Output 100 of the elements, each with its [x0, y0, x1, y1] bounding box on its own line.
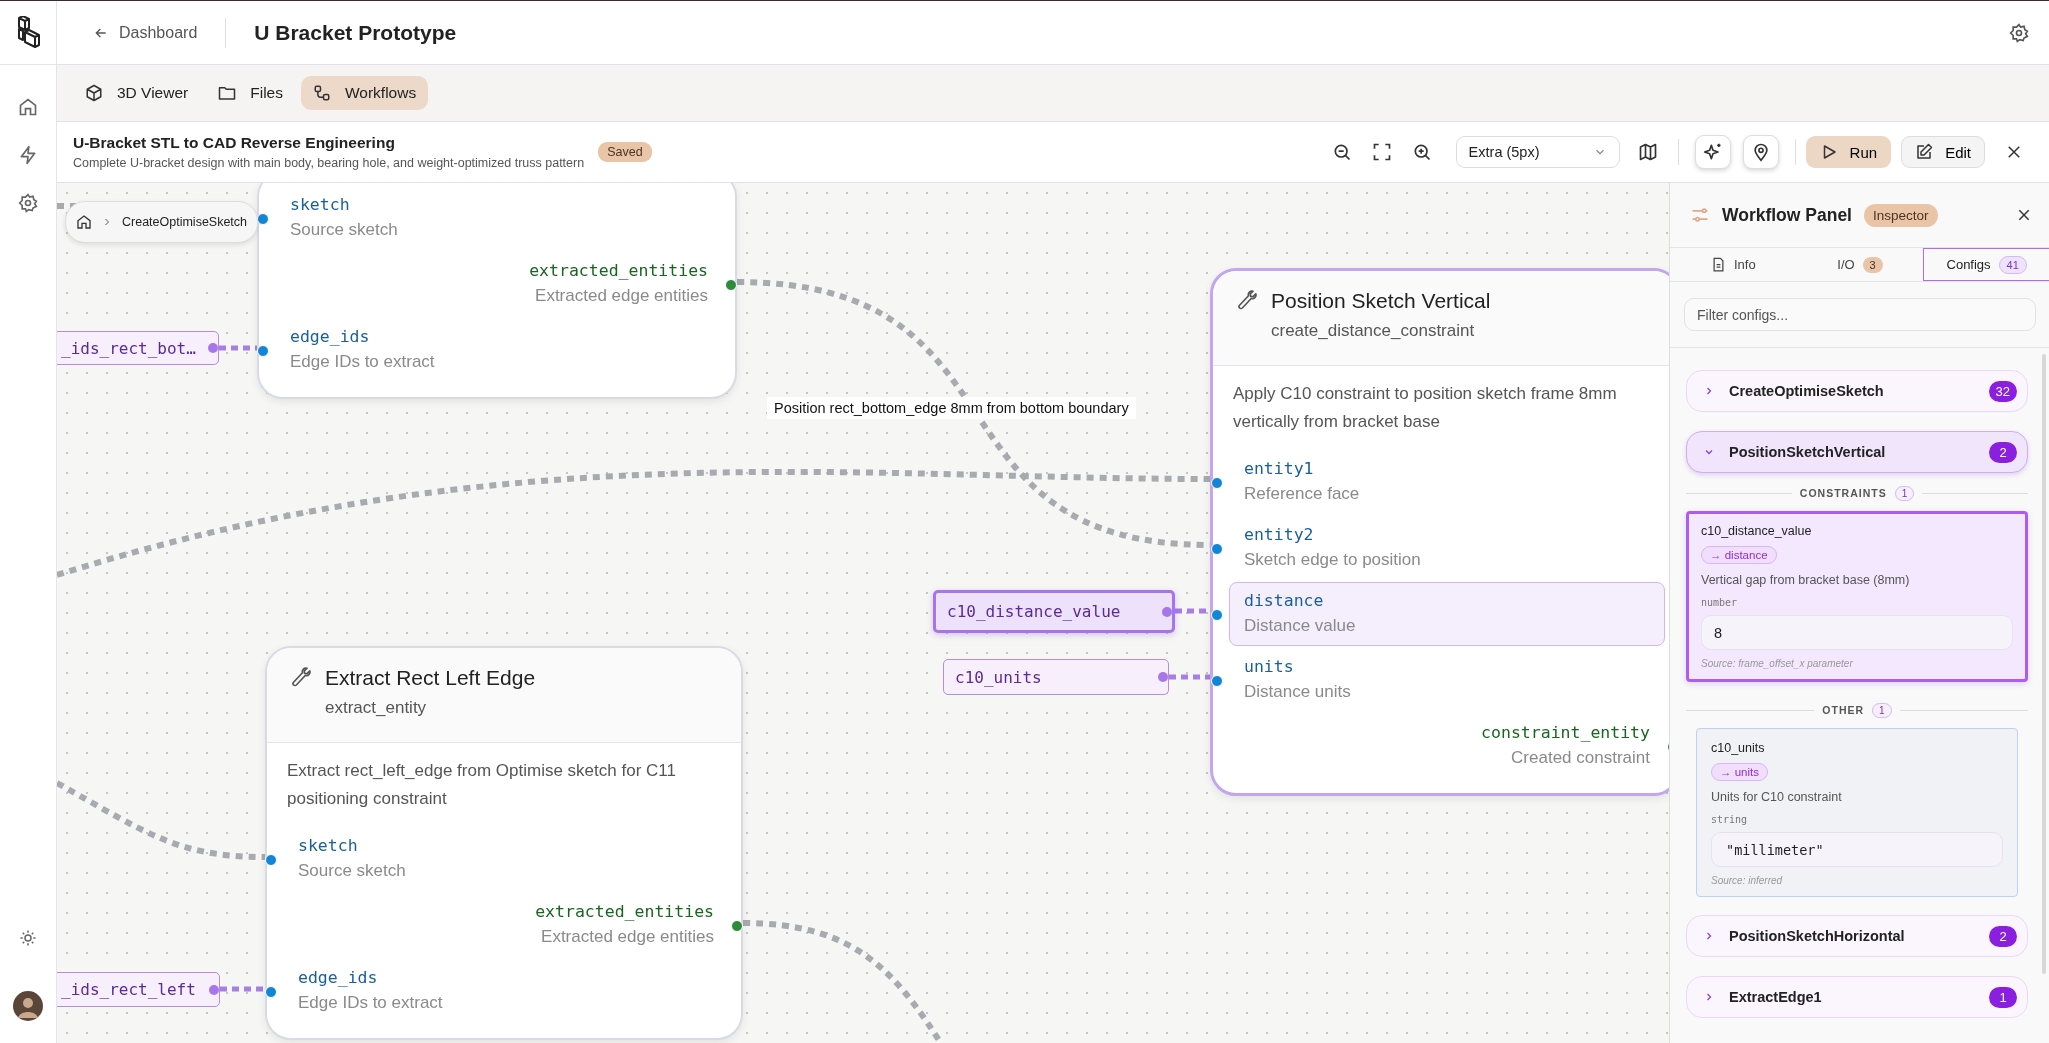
port-dot[interactable]: [1211, 609, 1223, 621]
port-row[interactable]: entity1 Reference face: [1229, 450, 1665, 514]
port-description: Source sketch: [298, 860, 407, 882]
scrollbar[interactable]: [2042, 354, 2046, 974]
section-label: CONSTRAINTS: [1799, 487, 1887, 499]
folder-icon: [218, 84, 237, 102]
home-icon[interactable]: [18, 97, 38, 117]
port-row[interactable]: constraint_entity Created constraint: [1229, 714, 1665, 778]
locate-button[interactable]: [1742, 135, 1779, 169]
app-logo[interactable]: [15, 15, 41, 50]
count-badge: 41: [1998, 255, 2027, 274]
close-icon[interactable]: [2016, 207, 2032, 223]
port-row[interactable]: sketch Source sketch: [283, 827, 729, 891]
filter-field[interactable]: Filter configs...: [1684, 298, 2036, 331]
config-group[interactable]: CreateOptimiseSketch 32: [1686, 370, 2028, 412]
port-row[interactable]: edge_ids Edge IDs to extract: [283, 959, 729, 1023]
settings-icon[interactable]: [2009, 22, 2029, 43]
config-type: string: [1711, 814, 1749, 825]
cube-icon: [85, 84, 103, 102]
port-dot[interactable]: [257, 345, 269, 357]
port-row[interactable]: units Distance units: [1229, 648, 1665, 712]
breadcrumb-item[interactable]: CreateOptimiseSketch: [122, 215, 248, 229]
port-description: Extracted edge entities: [540, 926, 714, 948]
edge-label: Position rect_bottom_edge 8mm from bottom boundary: [767, 397, 1136, 419]
home-icon[interactable]: [76, 214, 92, 230]
sparkle-icon: [1702, 142, 1723, 162]
value-field[interactable]: "millimeter": [1711, 832, 2003, 867]
tab[interactable]: 3D Viewer: [73, 76, 201, 110]
parameter-node[interactable]: _ids_rect_bot…: [57, 331, 219, 365]
config-description: Units for C10 constraint: [1711, 790, 1843, 804]
workflow-node[interactable]: [265, 646, 743, 1040]
status-badge: Saved: [598, 142, 652, 162]
port-row[interactable]: entity2 Sketch edge to position: [1229, 516, 1665, 580]
parameter-node[interactable]: c10_distance_value: [933, 590, 1175, 633]
target-tag: → distance: [1701, 546, 1777, 564]
fit-view-icon[interactable]: [1371, 142, 1392, 162]
port-name: units: [1244, 656, 1295, 678]
section-label: OTHER: [1822, 704, 1865, 716]
port-name: extracted_entities: [528, 260, 708, 282]
value-field[interactable]: 8: [1701, 615, 2013, 650]
workflow-node[interactable]: [1210, 268, 1669, 796]
sun-icon[interactable]: [19, 929, 37, 947]
port-description: Created constraint: [1510, 747, 1650, 769]
edit-button[interactable]: Edit: [1901, 136, 1985, 168]
bolt-icon[interactable]: [18, 145, 38, 165]
map-icon[interactable]: [1637, 142, 1658, 162]
panel-tab[interactable]: Configs 41: [1923, 248, 2049, 281]
config-group[interactable]: ExtractEdge1 1: [1686, 976, 2028, 1018]
port-name: distance: [1244, 590, 1325, 612]
project-title: U Bracket Prototype: [254, 20, 457, 45]
config-group[interactable]: PositionSketchVertical 2: [1686, 431, 2028, 473]
run-button[interactable]: Run: [1805, 136, 1892, 168]
back-link[interactable]: Dashboard: [93, 23, 198, 42]
workflow-node[interactable]: sketch Source sketch extracted_entities Extracted edge entities edge_ids Edge IDs to extract: [257, 183, 737, 399]
tab[interactable]: Workflows: [300, 76, 429, 110]
port-dot[interactable]: [1211, 675, 1223, 687]
port-name: sketch: [298, 835, 359, 857]
node-subtitle: create_distance_constraint: [1271, 321, 1476, 341]
close-icon[interactable]: [2005, 143, 2023, 161]
node-description: Apply C10 constraint to position sketch frame 8mm vertically from bracket base: [1232, 383, 1618, 433]
port-description: Reference face: [1244, 483, 1361, 505]
node-title: Position Sketch Vertical: [1271, 289, 1491, 313]
parameter-node[interactable]: c10_units: [943, 659, 1169, 695]
workflow-description: Complete U-bracket design with main body, bearing hole, and weight-optimized truss pattern: [73, 156, 585, 170]
port-dot[interactable]: [731, 920, 743, 932]
port-row[interactable]: extracted_entities Extracted edge entities: [275, 252, 723, 316]
port-row[interactable]: edge_ids Edge IDs to extract: [275, 318, 723, 382]
tab[interactable]: Files: [206, 76, 295, 110]
port-name: entity2: [1244, 524, 1315, 546]
port-row[interactable]: extracted_entities Extracted edge entities: [283, 893, 729, 957]
config-card[interactable]: c10_units → units Units for C10 constraint string "millimeter" Source: inferred: [1696, 728, 2018, 897]
config-name: c10_units: [1711, 741, 1766, 755]
config-card[interactable]: c10_distance_value → distance Vertical gap from bracket base (8mm) number 8 Source: frame_offset_x parameter: [1686, 511, 2028, 682]
panel-badge: Inspector: [1864, 203, 1938, 227]
port-dot[interactable]: [265, 854, 277, 866]
count-badge: 3: [1862, 256, 1883, 273]
port-dot[interactable]: [1211, 477, 1223, 489]
port-row[interactable]: sketch Source sketch: [275, 186, 723, 250]
edit-icon: [1915, 143, 1934, 161]
panel-tab[interactable]: I/O 3: [1796, 248, 1924, 281]
port-dot[interactable]: [257, 213, 269, 225]
port-description: Edge IDs to extract: [298, 992, 444, 1014]
port-name: constraint_entity: [1480, 722, 1650, 744]
port-dot[interactable]: [725, 279, 737, 291]
connector-line: [1169, 674, 1210, 680]
port-description: Distance units: [1244, 681, 1352, 703]
panel-tab[interactable]: Info: [1670, 248, 1797, 281]
settings-icon[interactable]: [18, 193, 38, 213]
parameter-node[interactable]: _ids_rect_left: [57, 972, 220, 1007]
port-dot[interactable]: [265, 986, 277, 998]
port-description: Sketch edge to position: [1244, 549, 1422, 571]
ai-assist-button[interactable]: [1694, 135, 1731, 169]
port-description: Distance value: [1244, 615, 1357, 637]
user-avatar[interactable]: [13, 991, 43, 1021]
port-name: edge_ids: [298, 967, 379, 989]
port-row[interactable]: distance Distance value: [1229, 582, 1665, 646]
config-group[interactable]: PositionSketchHorizontal 2: [1686, 915, 2028, 957]
port-dot[interactable]: [1211, 543, 1223, 555]
edge-style-select[interactable]: Extra (5px): [1455, 136, 1620, 168]
count-badge: 1: [1894, 485, 1915, 501]
